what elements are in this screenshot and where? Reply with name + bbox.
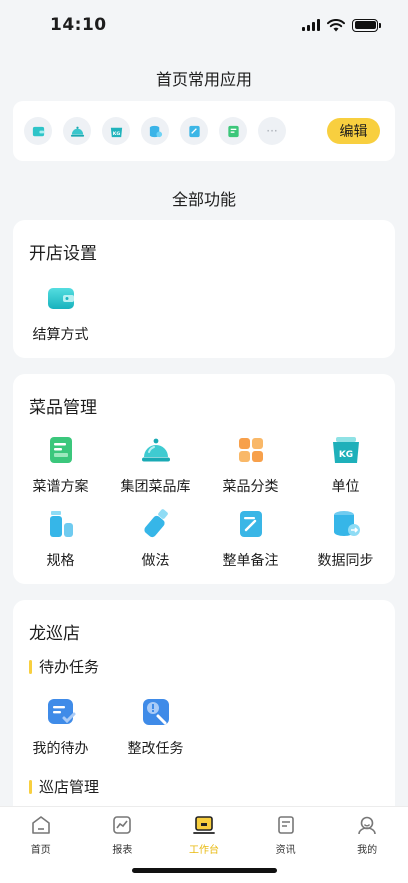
shop-setup-card: 开店设置 结算方式 — [13, 220, 395, 358]
func-spec[interactable]: 规格 — [13, 508, 108, 570]
favorites-title: 首页常用应用 — [155, 70, 252, 89]
recipe-icon — [45, 434, 77, 466]
fav-wallet-icon[interactable] — [24, 117, 52, 145]
func-settlement-method[interactable]: 结算方式 — [13, 282, 108, 344]
func-label: 我的待办 — [32, 741, 89, 757]
func-label: 整单备注 — [222, 553, 279, 569]
tab-label: 报表 — [112, 845, 133, 856]
cups-icon — [45, 508, 77, 540]
workbench-icon — [193, 816, 215, 834]
svg-text:KG: KG — [112, 130, 120, 136]
func-label: 结算方式 — [32, 327, 89, 343]
edit-button[interactable]: 编辑 — [327, 118, 380, 144]
shop-setup-title: 开店设置 — [29, 244, 97, 264]
func-unit[interactable]: KG 单位 — [298, 434, 393, 496]
status-bar: 14:10 — [0, 0, 408, 50]
tab-label: 工作台 — [188, 845, 219, 856]
func-label: 集团菜品库 — [120, 479, 191, 495]
func-label: 规格 — [46, 553, 75, 569]
tab-label: 我的 — [357, 845, 378, 856]
patrol-title: 龙巡店 — [29, 624, 80, 644]
note-edit-icon — [235, 508, 267, 540]
database-sync-icon — [330, 508, 362, 540]
patrol-card: 龙巡店 待办任务 我的待办 整改任务 巡店管理 — [13, 600, 395, 820]
tab-home[interactable]: 首页 — [0, 807, 82, 883]
profile-icon — [358, 816, 376, 835]
wifi-icon — [327, 18, 345, 31]
func-label: 整改任务 — [127, 741, 184, 757]
func-group-dish-library[interactable]: 集团菜品库 — [108, 434, 203, 496]
grid-icon — [235, 434, 267, 466]
fav-dish-cover-icon[interactable] — [63, 117, 91, 145]
home-indicator — [132, 868, 277, 873]
kg-bag-icon: KG — [330, 434, 362, 466]
fav-database-sync-icon[interactable] — [141, 117, 169, 145]
func-data-sync[interactable]: 数据同步 — [298, 508, 393, 570]
todo-check-icon — [45, 696, 77, 728]
fav-kg-bag-icon[interactable]: KG — [102, 117, 130, 145]
fav-more-icon[interactable]: ··· — [258, 117, 286, 145]
all-functions-title: 全部功能 — [171, 190, 236, 209]
home-icon — [31, 816, 50, 834]
cellular-signal-icon — [302, 19, 320, 31]
func-label: 单位 — [331, 479, 360, 495]
status-icons — [302, 18, 381, 32]
dish-manage-title: 菜品管理 — [29, 398, 97, 418]
status-time: 14:10 — [50, 15, 107, 35]
svg-text:KG: KG — [338, 450, 352, 460]
fav-note-edit-icon[interactable] — [180, 117, 208, 145]
func-cooking-method[interactable]: 做法 — [108, 508, 203, 570]
patrol-manage-section-title: 巡店管理 — [29, 776, 99, 797]
dish-manage-card: 菜品管理 菜谱方案 集团菜品库 菜品分类 KG 单位 规格 做法 整单备注 数据… — [13, 374, 395, 584]
func-label: 数据同步 — [317, 553, 374, 569]
news-icon — [277, 816, 294, 834]
tab-label: 资讯 — [275, 845, 296, 856]
func-label: 菜谱方案 — [32, 479, 89, 495]
func-rectify-task[interactable]: 整改任务 — [108, 696, 203, 758]
func-dish-category[interactable]: 菜品分类 — [203, 434, 298, 496]
func-label: 做法 — [141, 553, 170, 569]
battery-icon — [352, 18, 381, 32]
fav-recipe-icon[interactable] — [219, 117, 247, 145]
todo-section-title: 待办任务 — [29, 656, 99, 677]
tab-profile[interactable]: 我的 — [326, 807, 408, 883]
wallet-icon — [45, 282, 77, 314]
tab-label: 首页 — [30, 845, 51, 856]
bottle-icon — [140, 508, 172, 540]
func-recipe-plan[interactable]: 菜谱方案 — [13, 434, 108, 496]
rectify-icon — [140, 696, 172, 728]
report-icon — [113, 816, 132, 834]
func-my-todo[interactable]: 我的待办 — [13, 696, 108, 758]
favorites-card: KG ··· 编辑 — [13, 101, 395, 161]
func-label: 菜品分类 — [222, 479, 279, 495]
dish-cover-icon — [140, 434, 172, 466]
func-order-note[interactable]: 整单备注 — [203, 508, 298, 570]
